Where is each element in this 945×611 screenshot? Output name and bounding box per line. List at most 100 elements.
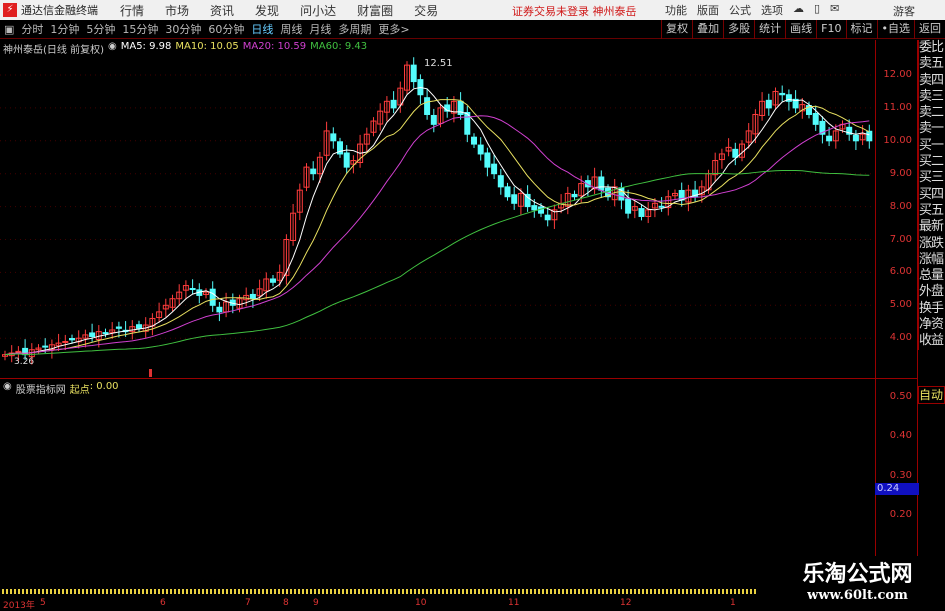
side-panel-item[interactable]: 卖三	[919, 89, 945, 105]
time-axis-dot	[362, 589, 364, 594]
time-axis-dot	[402, 589, 404, 594]
time-axis-dot	[162, 589, 164, 594]
time-axis-dot	[606, 589, 608, 594]
time-axis-dot	[746, 589, 748, 594]
candle-down	[343, 152, 350, 168]
price-tick: 12.00	[883, 69, 912, 80]
time-axis-dot	[410, 589, 412, 594]
time-axis-dot	[2, 589, 4, 594]
quote-side-panel: 委比 卖五 卖四 卖三 卖二 卖一 买一 买二 买三 买四 买五 最新 涨跌 涨幅 总量 外盘 换手 净资 收益	[918, 40, 945, 350]
time-axis-dot	[574, 589, 576, 594]
time-axis-dot	[150, 589, 152, 594]
candle-down	[69, 338, 75, 341]
time-axis-dot	[158, 589, 160, 594]
time-axis-dot	[198, 589, 200, 594]
time-axis-dot	[226, 589, 228, 594]
side-panel-item[interactable]: 换手	[919, 301, 945, 317]
candle-down	[866, 130, 873, 142]
time-axis-dot	[710, 589, 712, 594]
candle-down	[544, 214, 551, 221]
time-axis-dot	[30, 589, 32, 594]
time-axis-dot	[102, 589, 104, 594]
time-axis-dot	[570, 589, 572, 594]
time-axis-dot	[502, 589, 504, 594]
time-axis-dot	[14, 589, 16, 594]
side-panel-item[interactable]: 涨跌	[919, 236, 945, 252]
side-panel-item[interactable]: 净资	[919, 317, 945, 333]
time-axis-dot	[242, 589, 244, 594]
user-guest[interactable]: 游客	[893, 3, 915, 19]
time-axis-dot	[58, 589, 60, 594]
side-panel-item[interactable]: 买三	[919, 170, 945, 186]
settings-icon[interactable]: ◉	[108, 41, 117, 56]
side-panel-item[interactable]: 买二	[919, 154, 945, 170]
side-panel-item[interactable]: 卖一	[919, 121, 945, 137]
time-axis-dot	[178, 589, 180, 594]
time-axis-dot	[650, 589, 652, 594]
time-axis-dot	[142, 589, 144, 594]
auto-button[interactable]: 自动	[918, 386, 945, 404]
price-tick: 8.00	[889, 200, 912, 212]
time-axis-dot	[330, 589, 332, 594]
candle-down	[511, 194, 518, 204]
time-axis-dot	[538, 589, 540, 594]
candle-down	[658, 205, 665, 208]
time-axis-dot	[46, 589, 48, 594]
indicator-tick: 0.50	[889, 391, 912, 402]
side-panel-item[interactable]: 涨幅	[919, 252, 945, 268]
time-axis-dot	[622, 589, 624, 594]
side-panel-item[interactable]: 委比	[919, 40, 945, 56]
time-axis-dot	[470, 589, 472, 594]
toolbar-button[interactable]: •自选	[876, 20, 915, 39]
time-axis-dot	[122, 589, 124, 594]
event-marker[interactable]	[149, 369, 152, 377]
indicator-info: ◉ 股票指标网 起点 : 0.00	[3, 381, 119, 396]
time-axis-dot	[566, 589, 568, 594]
side-panel-item[interactable]: 买五	[919, 203, 945, 219]
time-axis-dot	[110, 589, 112, 594]
time-axis-dot	[614, 589, 616, 594]
indicator-settings-icon[interactable]: ◉	[3, 381, 12, 396]
time-axis-dot	[290, 589, 292, 594]
time-axis-dot	[754, 589, 756, 594]
side-panel-item[interactable]: 收益	[919, 333, 945, 349]
time-axis-dot	[478, 589, 480, 594]
time-axis-dot	[630, 589, 632, 594]
side-panel-item[interactable]: 买四	[919, 187, 945, 203]
side-panel-item[interactable]: 总量	[919, 268, 945, 284]
panel-divider[interactable]	[0, 378, 918, 379]
side-panel-item[interactable]: 卖四	[919, 73, 945, 89]
time-axis-dot	[442, 589, 444, 594]
indicator-name[interactable]: 股票指标网	[16, 381, 66, 396]
time-axis-dot	[446, 589, 448, 594]
time-axis-dot	[398, 589, 400, 594]
price-tick: 10.00	[883, 134, 912, 146]
side-panel-item[interactable]: 卖二	[919, 105, 945, 121]
candle-down	[504, 186, 511, 198]
time-axis-dot	[414, 589, 416, 594]
side-panel-item[interactable]: 买一	[919, 138, 945, 154]
time-axis-dot	[230, 589, 232, 594]
time-axis-dot	[62, 589, 64, 594]
time-axis-dot	[550, 589, 552, 594]
candle-down	[779, 92, 786, 96]
low-price-label: 3.26	[14, 357, 35, 367]
time-axis-dot	[314, 589, 316, 594]
time-axis-dot	[510, 589, 512, 594]
time-axis-dot	[578, 589, 580, 594]
side-panel-item[interactable]: 外盘	[919, 284, 945, 300]
candle-down	[310, 168, 317, 175]
price-chart[interactable]	[0, 0, 875, 609]
side-panel-item[interactable]: 卖五	[919, 56, 945, 72]
candle-down	[136, 324, 142, 329]
time-axis-dot	[698, 589, 700, 594]
side-panel-item[interactable]: 最新	[919, 219, 945, 235]
time-axis-dot	[466, 589, 468, 594]
toolbar-button[interactable]: 返回	[914, 20, 945, 39]
date-label: 10	[415, 598, 427, 608]
time-axis-dot	[654, 589, 656, 594]
ma10-label: MA10: 10.05	[175, 41, 239, 52]
time-axis-dot	[586, 589, 588, 594]
time-axis-dot	[506, 589, 508, 594]
candle-down	[430, 114, 437, 125]
